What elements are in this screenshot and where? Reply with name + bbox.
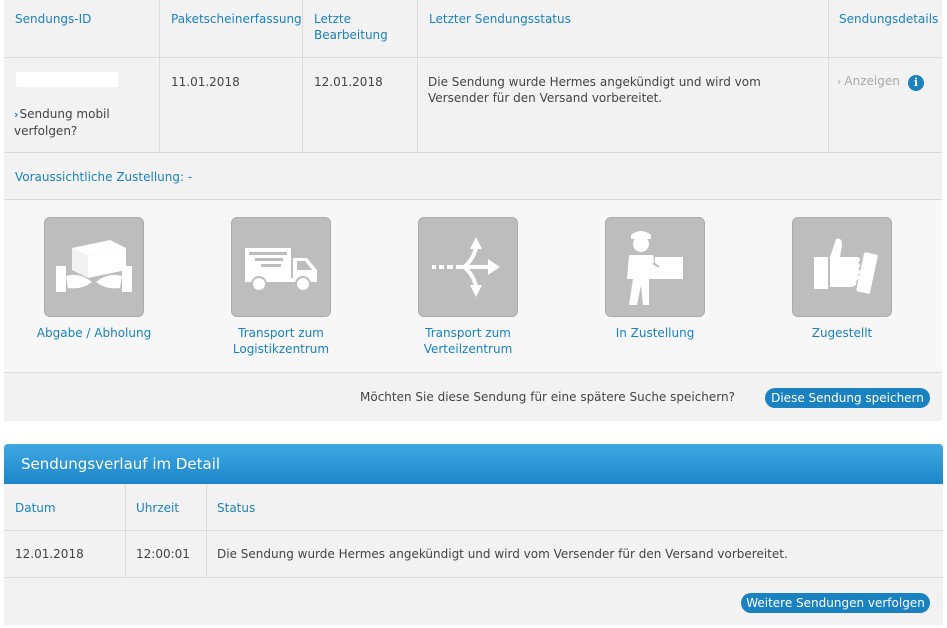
tracking-steps: Abgabe / Abholung Transport zum Logistik… [4,199,942,373]
header-time: Uhrzeit [136,501,180,515]
history-panel-header: Sendungsverlauf im Detail [4,444,943,484]
row-divider [4,152,942,153]
history-status: Die Sendung wurde Hermes angekündigt und… [217,547,788,561]
step-delivered: Zugestellt [762,217,922,341]
row-divider [4,530,943,531]
header-last-edit: Letzte Bearbeitung [314,12,388,42]
header-capture: Paketscheinerfassung [171,12,302,26]
shipment-summary-card: Sendungs-ID Paketscheinerfassung Letzte … [4,0,942,421]
handover-icon [44,217,144,317]
save-question: Möchten Sie diese Sendung für eine späte… [360,390,735,404]
history-title: Sendungsverlauf im Detail [21,455,221,473]
row-divider [4,372,942,373]
track-more-button[interactable]: Weitere Sendungen verfolgen [741,593,930,613]
distribution-arrows-icon [418,217,518,317]
save-shipment-button[interactable]: Diese Sendung speichern [765,388,930,408]
row-divider [4,57,942,58]
row-divider [4,199,942,200]
last-edit-date: 12.01.2018 [314,75,383,89]
truck-icon [231,217,331,317]
header-shipment-id: Sendungs-ID [15,12,92,26]
step-label: Abgabe / Abholung [36,326,152,340]
step-label: Transport zum Verteilzentrum [423,326,513,356]
details-link-label: Anzeigen [844,74,900,88]
redacted-shipment-id [16,72,118,87]
history-date: 12.01.2018 [15,547,84,561]
chevron-right-icon: › [837,75,842,88]
step-label: Transport zum Logistikzentrum [232,326,330,356]
thumbs-up-icon [792,217,892,317]
column-divider [417,0,418,152]
step-in-delivery: In Zustellung [575,217,735,341]
expected-delivery-label: Voraussichtliche Zustellung: [15,170,185,184]
row-divider [4,577,943,578]
header-last-status: Letzter Sendungsstatus [429,12,571,26]
chevron-right-icon: › [14,108,19,121]
header-status: Status [217,501,256,515]
header-date: Datum [15,501,56,515]
details-link[interactable]: › Anzeigen [837,74,900,88]
step-transport-logistics: Transport zum Logistikzentrum [201,217,361,357]
mobile-tracking-link[interactable]: ›Sendung mobil verfolgen? [14,106,144,139]
column-divider [159,0,160,152]
column-divider [302,0,303,152]
step-label: Zugestellt [811,326,873,340]
expected-delivery-value: - [187,170,193,184]
header-details: Sendungsdetails [839,12,939,26]
capture-date: 11.01.2018 [171,75,240,89]
history-time: 12:00:01 [136,547,190,561]
mobile-tracking-label: Sendung mobil verfolgen? [14,107,110,138]
step-transport-distribution: Transport zum Verteilzentrum [388,217,548,357]
column-divider [828,0,829,152]
courier-icon [605,217,705,317]
expected-delivery: Voraussichtliche Zustellung: - [15,170,192,184]
info-icon[interactable]: i [908,75,924,91]
step-label: In Zustellung [615,326,695,340]
step-handover: Abgabe / Abholung [14,217,174,341]
last-status-text: Die Sendung wurde Hermes angekündigt und… [428,75,761,105]
